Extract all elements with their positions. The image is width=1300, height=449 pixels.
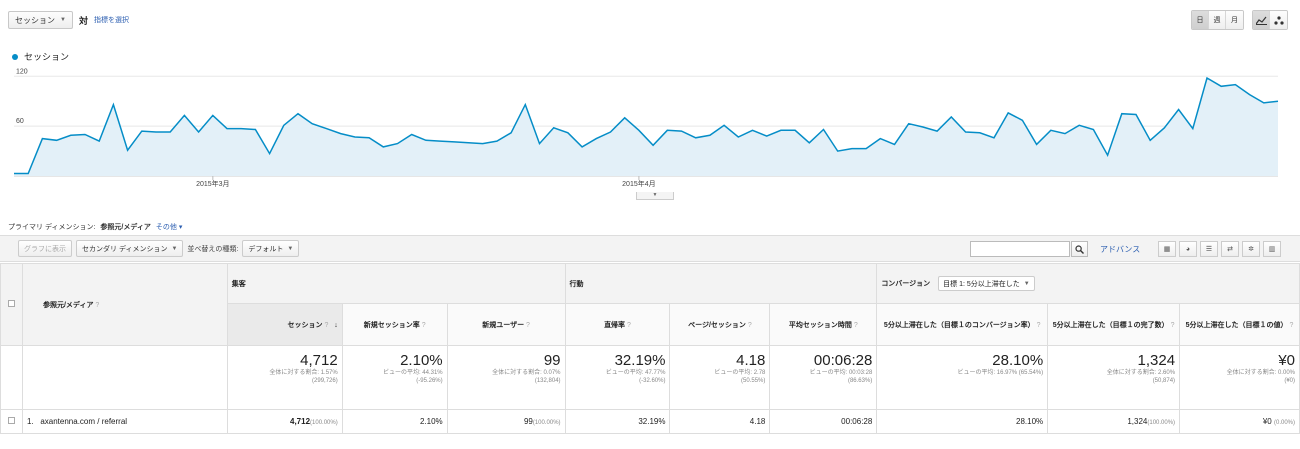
- help-icon[interactable]: ?: [95, 302, 99, 309]
- col-new-sessions-rate[interactable]: 新規セッション率 ?: [341, 303, 448, 346]
- data-table-icon[interactable]: ▦: [1158, 241, 1176, 257]
- period-toggle: 日 週 月: [1191, 10, 1244, 30]
- help-icon: ?: [853, 321, 858, 329]
- totals-row: 4,712 全体に対する割合: 1.57% (299,726) 2.10% ビューの平…: [0, 345, 1300, 410]
- total-cell: 99 全体に対する割合: 0.07% (132,804): [446, 345, 566, 410]
- table-search-input[interactable]: [970, 241, 1070, 257]
- row-cell: 28.10%: [876, 409, 1049, 434]
- dimension-header[interactable]: 参照元/メディア ?: [21, 263, 228, 346]
- metric-select[interactable]: セッション ▼: [8, 11, 73, 29]
- plot-rows-button[interactable]: グラフに表示: [18, 240, 72, 257]
- table-view-toggle: ▦ ◕ ☰ ⇄ ✲ ▥: [1158, 241, 1284, 257]
- series-dot-icon: [12, 53, 18, 60]
- row-cell: 99(100.00%): [446, 409, 566, 434]
- table-row[interactable]: 1. axantenna.com / referral 4,712(100.00…: [0, 409, 1300, 434]
- comparison-icon[interactable]: ⇄: [1221, 241, 1239, 257]
- total-cell: 32.19% ビューの平均: 47.77% (-32.60%): [564, 345, 671, 410]
- motion-chart-icon[interactable]: [1270, 11, 1287, 29]
- col-pages-per-session[interactable]: ページ/セッション ?: [669, 303, 771, 346]
- col-goal1-value[interactable]: 5分以上滞在した（目標１の値） ?: [1179, 303, 1300, 346]
- help-icon: ?: [421, 321, 426, 329]
- help-icon: ?: [1289, 321, 1294, 329]
- row-cell: ¥0 (0.00%): [1179, 409, 1300, 434]
- col-bounce-rate[interactable]: 直帰率 ?: [564, 303, 671, 346]
- help-icon: ?: [747, 321, 752, 329]
- select-metric-link[interactable]: 指標を選択: [94, 15, 129, 25]
- chart-type-toggle: [1252, 10, 1288, 30]
- sort-type-select[interactable]: デフォルト ▼: [242, 240, 300, 257]
- row-cell: 2.10%: [341, 409, 448, 434]
- total-cell: 4,712 全体に対する割合: 1.57% (299,726): [226, 345, 343, 410]
- chevron-down-icon: ▼: [171, 245, 178, 252]
- sessions-chart: 60 120 2015年3月 2015年4月: [14, 68, 1279, 188]
- y-tick-label: 120: [16, 68, 28, 75]
- help-icon: ?: [1170, 321, 1175, 329]
- total-cell: 1,324 全体に対する割合: 2.60% (50,874): [1047, 345, 1181, 410]
- line-chart-icon[interactable]: [1253, 11, 1270, 29]
- pivot-table-icon[interactable]: ▥: [1263, 241, 1281, 257]
- sort-desc-icon: ↓: [334, 321, 338, 329]
- total-cell: 4.18 ビューの平均: 2.78 (50.55%): [669, 345, 771, 410]
- collapse-chart-handle[interactable]: ▼: [636, 192, 674, 200]
- acquisition-group-header: 集客: [226, 263, 566, 304]
- total-cell: 2.10% ビューの平均: 44.31% (-95.26%): [341, 345, 448, 410]
- y-tick-label: 60: [16, 118, 24, 125]
- pie-chart-icon[interactable]: ◕: [1179, 241, 1197, 257]
- total-cell: 00:06:28 ビューの平均: 00:03:28 (86.63%): [769, 345, 878, 410]
- chevron-down-icon: ▼: [287, 245, 294, 252]
- goal-select[interactable]: 目標 1: 5分以上滞在した ▼: [938, 276, 1035, 291]
- col-sessions[interactable]: セッション ? ↓: [226, 303, 343, 346]
- other-dimension-link[interactable]: その他 ▾: [156, 222, 182, 232]
- search-icon[interactable]: [1071, 241, 1088, 257]
- total-cell: ¥0 全体に対する割合: 0.00% (¥0): [1179, 345, 1300, 410]
- select-all-checkbox-cell[interactable]: [0, 263, 23, 346]
- col-new-users[interactable]: 新規ユーザー ?: [446, 303, 566, 346]
- period-month-button[interactable]: 月: [1226, 11, 1243, 29]
- help-icon: ?: [1036, 321, 1041, 329]
- period-day-button[interactable]: 日: [1192, 11, 1209, 29]
- conversion-group-header: コンバージョン 目標 1: 5分以上滞在した ▼: [876, 263, 1300, 304]
- help-icon: ?: [526, 321, 530, 329]
- col-avg-session-duration[interactable]: 平均セッション時間 ?: [769, 303, 878, 346]
- row-cell: 4,712(100.00%): [226, 409, 343, 434]
- chart-controls: 日 週 月: [1191, 10, 1288, 30]
- x-tick-label: 2015年4月: [622, 179, 655, 188]
- primary-dimension-bar: プライマリ ディメンション: 参照元/メディア その他 ▾: [8, 222, 182, 232]
- row-dimension-link[interactable]: axantenna.com / referral: [40, 417, 127, 426]
- vs-label: 対: [78, 15, 88, 26]
- advanced-filter-link[interactable]: アドバンス: [1100, 244, 1140, 255]
- chevron-down-icon: ▼: [1023, 280, 1030, 287]
- row-cell: 1,324(100.00%): [1047, 409, 1181, 434]
- metric-controls: セッション ▼ 対 指標を選択: [8, 10, 129, 30]
- report-table: 参照元/メディア ? 集客 行動 コンバージョン 目標 1: 5分以上滞在した ▼…: [0, 263, 1300, 434]
- row-cell: 4.18: [669, 409, 771, 434]
- row-checkbox-cell[interactable]: [0, 409, 23, 434]
- period-week-button[interactable]: 週: [1209, 11, 1226, 29]
- col-goal1-conversion-rate[interactable]: 5分以上滞在した（目標１のコンバージョン率） ?: [876, 303, 1049, 346]
- help-icon: ?: [324, 321, 329, 329]
- select-all-checkbox[interactable]: [7, 300, 15, 307]
- total-cell: 28.10% ビューの平均: 16.97% (65.54%): [876, 345, 1049, 410]
- performance-bar-icon[interactable]: ☰: [1200, 241, 1218, 257]
- row-cell: 00:06:28: [769, 409, 878, 434]
- table-toolbar: グラフに表示 セカンダリ ディメンション ▼ 並べ替えの種類: デフォルト ▼ …: [0, 235, 1300, 262]
- secondary-dimension-select[interactable]: セカンダリ ディメンション ▼: [76, 240, 184, 257]
- chevron-down-icon: ▼: [60, 17, 66, 23]
- row-dimension-cell[interactable]: 1. axantenna.com / referral: [21, 409, 228, 434]
- primary-dimension-label: プライマリ ディメンション:: [8, 224, 96, 231]
- primary-dimension-current: 参照元/メディア: [100, 224, 151, 231]
- col-goal1-completions[interactable]: 5分以上滞在した（目標１の完了数） ?: [1047, 303, 1181, 346]
- sort-type-label: 並べ替えの種類:: [187, 245, 239, 253]
- row-cell: 32.19%: [564, 409, 671, 434]
- help-icon: ?: [627, 321, 631, 329]
- behavior-group-header: 行動: [564, 263, 878, 304]
- row-checkbox[interactable]: [7, 417, 15, 424]
- term-cloud-icon[interactable]: ✲: [1242, 241, 1260, 257]
- x-tick-label: 2015年3月: [196, 179, 229, 188]
